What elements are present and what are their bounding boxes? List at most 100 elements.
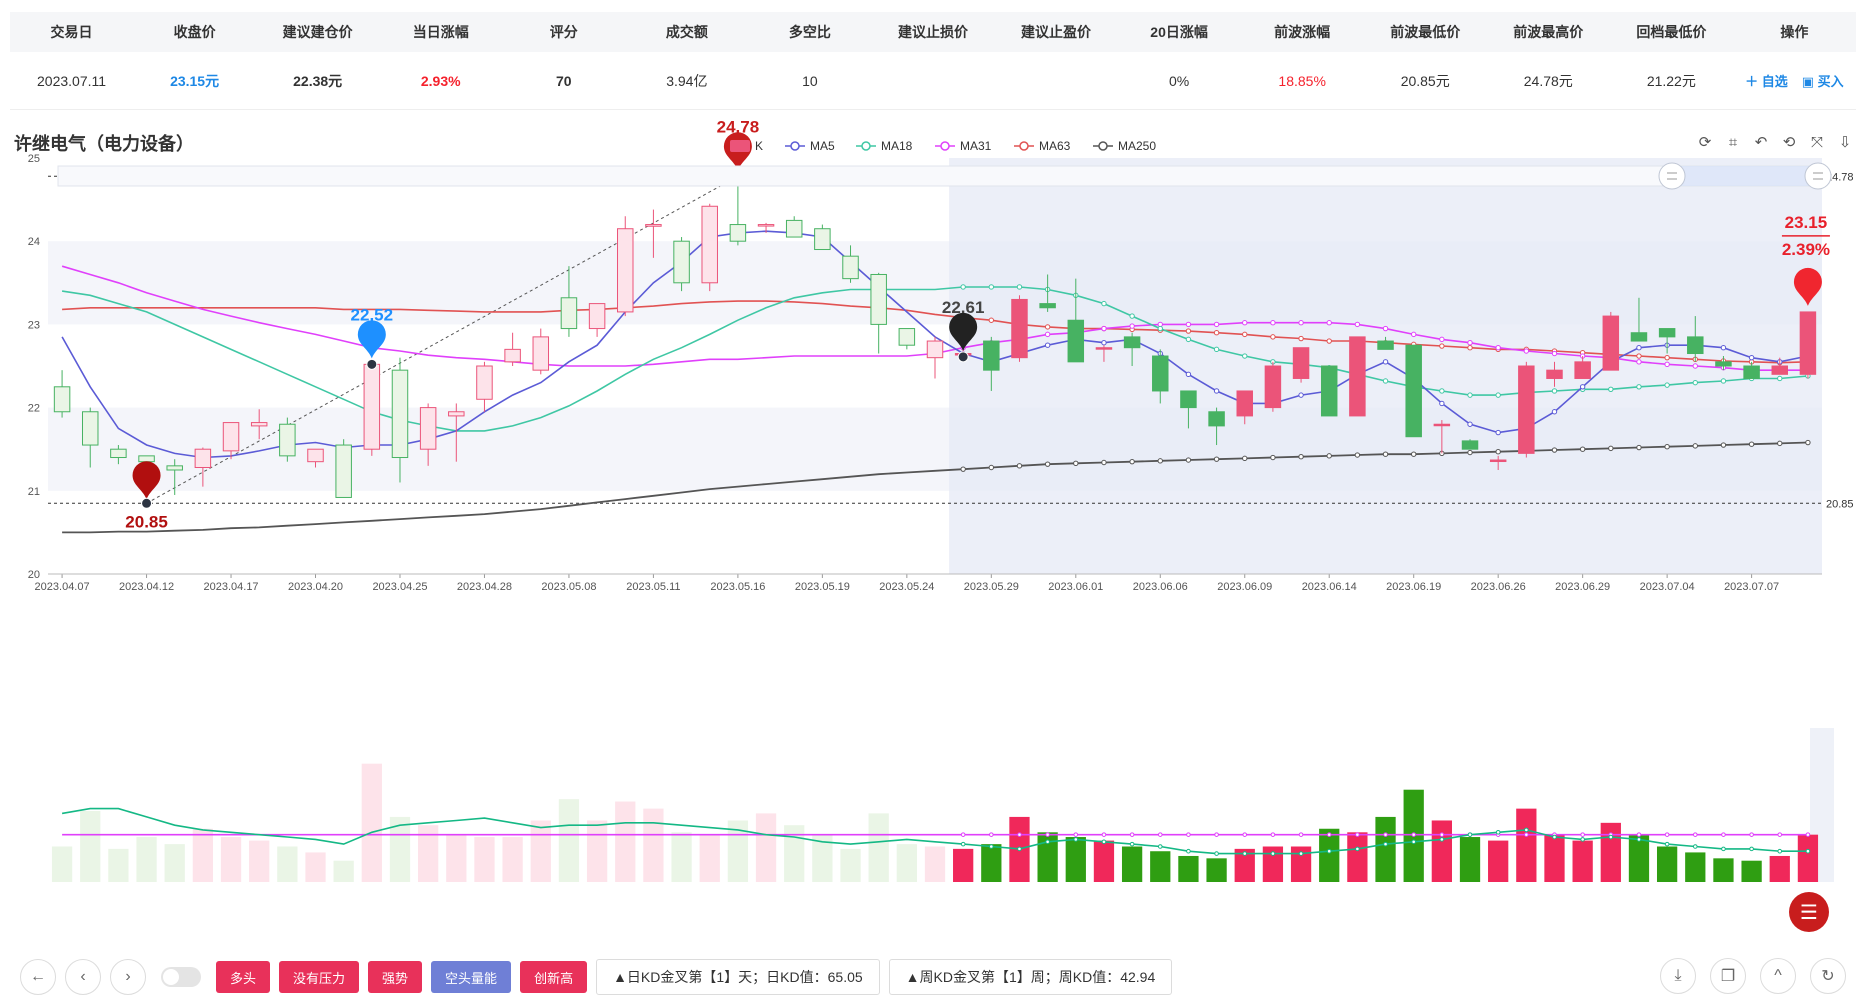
buy-icon: ▣ (1801, 74, 1818, 89)
stock-chart[interactable]: 20 21 22 23 24 25 2023.04.07 2023.04.12 2023.04.… (0, 120, 1866, 950)
volume-bar (615, 801, 636, 882)
x-tick-label: 2023.04.12 (119, 581, 174, 593)
legend-marker (861, 141, 871, 151)
volume-bar (755, 813, 777, 882)
tag-bullish[interactable]: 多头 (216, 961, 271, 993)
candle (1489, 459, 1507, 463)
volume-bar (643, 808, 664, 882)
candle (1349, 336, 1366, 417)
volume-ma-b-line-point (960, 832, 966, 837)
pullback-low: 21.22元 (1646, 72, 1696, 89)
volume-ma-a-line-point (1214, 851, 1219, 856)
volume-bar (981, 844, 1002, 882)
ma18-line-point (1242, 353, 1248, 359)
tag-bear-volume[interactable]: 空头量能 (431, 961, 512, 993)
volume-bar (1600, 822, 1621, 882)
ma250-line-point (1326, 453, 1332, 459)
volume-ma-a-line-point (1664, 841, 1670, 847)
download-button[interactable]: ⤓ (1660, 958, 1696, 994)
candle (138, 455, 155, 463)
close-price: 23.15元 (170, 72, 220, 89)
score: 70 (555, 72, 572, 89)
candle (1180, 390, 1197, 409)
add-watchlist-button[interactable]: ＋ 自选 (1745, 71, 1788, 90)
y-tick-label: 22 (28, 403, 40, 415)
ma31-line-point (1354, 321, 1361, 328)
volume-bar (418, 825, 439, 882)
volume-bar (1656, 846, 1678, 882)
candle (532, 336, 550, 371)
volume-bar (1741, 860, 1762, 882)
last-price-label: 23.15 (1785, 213, 1828, 232)
wave-high: 24.78元 (1523, 72, 1573, 89)
x-tick-label: 2023.06.01 (1048, 581, 1103, 593)
volume-bar (108, 848, 129, 882)
header-stop-loss: 建议止损价 (897, 24, 968, 40)
candle (1658, 328, 1676, 338)
volume-bar (1516, 808, 1537, 882)
y-tick-label: 24 (28, 236, 40, 248)
candle (1687, 336, 1704, 355)
volume-ma-a-line-point (1636, 837, 1642, 842)
volume-bar (1713, 858, 1734, 882)
tag-strong[interactable]: 强势 (368, 961, 423, 993)
ma18-line-point (1157, 325, 1163, 332)
reload-button[interactable]: ↻ (1810, 958, 1846, 994)
volume-bar (1572, 840, 1593, 882)
candle (1236, 390, 1253, 417)
ma63-line-point (1044, 324, 1051, 330)
pin-point (141, 497, 153, 509)
menu-fab-button[interactable]: ☰ (1789, 892, 1829, 932)
volume-bar (530, 820, 551, 882)
candle (1011, 298, 1028, 359)
data-zoom-handle (1658, 162, 1686, 190)
candle (1123, 336, 1141, 349)
mode-toggle[interactable] (161, 967, 201, 987)
x-tick-label: 2023.05.19 (795, 581, 850, 593)
volume-bar (1685, 852, 1706, 882)
ma18-line-point (1720, 378, 1727, 384)
ma18-line-point (1664, 382, 1670, 388)
candle (110, 448, 127, 459)
candle (729, 224, 747, 242)
back-button[interactable]: ← (20, 959, 56, 995)
next-button[interactable]: › (110, 959, 146, 995)
bottom-right-controls: ⤓ ❐ ^ ↻ (1660, 958, 1846, 994)
copy-button[interactable]: ❐ (1710, 958, 1746, 994)
tag-no-pressure[interactable]: 没有压力 (279, 961, 360, 993)
ma31-line-point (1692, 363, 1698, 369)
volume-ma-b-line-point (1242, 832, 1248, 837)
scroll-top-button[interactable]: ^ (1760, 958, 1796, 994)
volume-ma-b-line-point (1692, 832, 1698, 837)
ma31-line-point (1185, 321, 1192, 328)
ma31-line-point (1495, 344, 1501, 351)
chevron-right-icon: › (125, 968, 131, 985)
header-wave-high: 前波最高价 (1513, 24, 1584, 40)
ma250-line-point (1044, 461, 1051, 467)
ma18-line-point (1129, 313, 1135, 319)
legend-marker (940, 141, 950, 151)
ma18-line-point (1382, 378, 1389, 384)
candle (194, 448, 212, 469)
volume-ma-b-line-point (1326, 832, 1332, 837)
volume-ma-b-line-point (1411, 832, 1416, 837)
prev-button[interactable]: ‹ (65, 959, 101, 995)
volume-ma-a-line-point (1017, 846, 1022, 852)
ma18-line-point (1495, 392, 1501, 398)
tag-new-high[interactable]: 创新高 (520, 961, 588, 993)
y-tick-label: 20 (28, 569, 40, 581)
ma250-line-point (1636, 444, 1642, 451)
buy-button[interactable]: ▣ 买入 (1802, 71, 1844, 90)
ma250-line-point (1608, 445, 1614, 452)
volume-bar (1628, 834, 1650, 882)
volume-bar (1065, 837, 1086, 882)
ma250-line-point (1410, 451, 1417, 457)
ma250-line-point (988, 464, 995, 471)
header-wave-low: 前波最低价 (1390, 24, 1461, 40)
candle (1799, 311, 1817, 375)
ma18-line-point (1692, 379, 1698, 386)
volume-ma-a-line-point (1157, 844, 1163, 849)
candle (983, 340, 1000, 371)
volume-bar (784, 825, 805, 882)
ma31-line-point (1270, 320, 1276, 326)
